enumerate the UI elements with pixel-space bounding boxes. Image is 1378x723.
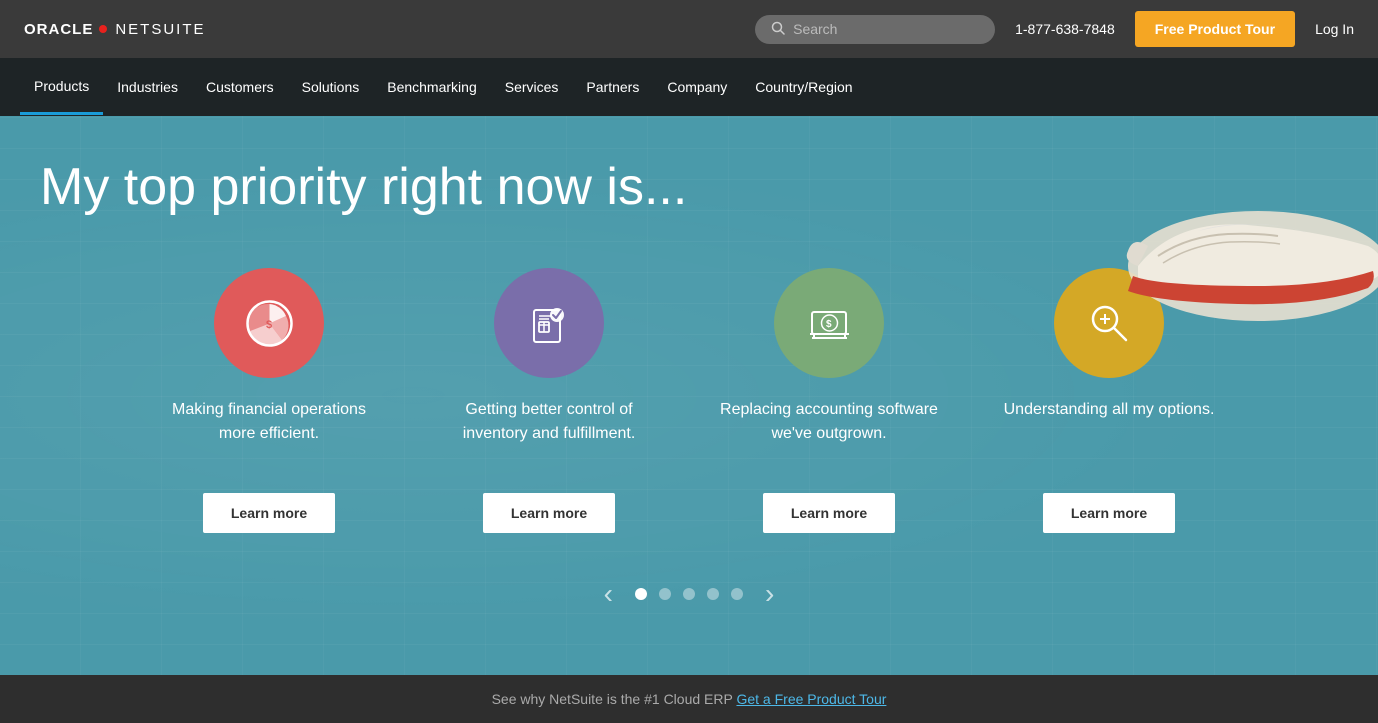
learn-more-financial-button[interactable]: Learn more: [203, 493, 335, 533]
bottom-bar-text: See why NetSuite is the #1 Cloud ERP: [492, 691, 737, 707]
login-button[interactable]: Log In: [1315, 21, 1354, 37]
carousel-prev-button[interactable]: ‹: [594, 573, 623, 615]
svg-text:$: $: [266, 319, 272, 331]
oracle-logo-text: ORACLE: [24, 21, 93, 38]
logo: ORACLE NETSUITE: [24, 21, 206, 38]
carousel-next-button[interactable]: ›: [755, 573, 784, 615]
learn-more-inventory-button[interactable]: Learn more: [483, 493, 615, 533]
card-icon-inventory: [494, 268, 604, 378]
nav-item-company[interactable]: Company: [653, 61, 741, 113]
phone-number: 1-877-638-7848: [1015, 21, 1115, 37]
nav-item-customers[interactable]: Customers: [192, 61, 288, 113]
svg-text:$: $: [826, 319, 832, 330]
nav-item-partners[interactable]: Partners: [572, 61, 653, 113]
search-icon: [771, 21, 785, 38]
learn-more-options-button[interactable]: Learn more: [1043, 493, 1175, 533]
top-bar-right: 1-877-638-7848 Free Product Tour Log In: [755, 11, 1354, 47]
search-input[interactable]: [793, 21, 979, 37]
carousel-dot-4[interactable]: [707, 588, 719, 600]
top-bar: ORACLE NETSUITE 1-877-638-7848 Free Prod…: [0, 0, 1378, 58]
search-box[interactable]: [755, 15, 995, 44]
card-inventory: Getting better control of inventory and …: [409, 268, 689, 533]
hero-section: My top priority right now is... $ Making…: [0, 116, 1378, 675]
bottom-bar: See why NetSuite is the #1 Cloud ERP Get…: [0, 675, 1378, 723]
card-financial: $ Making financial operations more effic…: [129, 268, 409, 533]
nav-bar: Products Industries Customers Solutions …: [0, 58, 1378, 116]
card-text-inventory: Getting better control of inventory and …: [439, 398, 659, 473]
nav-item-country-region[interactable]: Country/Region: [741, 61, 866, 113]
free-product-tour-button[interactable]: Free Product Tour: [1135, 11, 1295, 47]
card-accounting: $ Replacing accounting software we've ou…: [689, 268, 969, 533]
nav-item-products[interactable]: Products: [20, 60, 103, 115]
carousel-dot-2[interactable]: [659, 588, 671, 600]
card-text-accounting: Replacing accounting software we've outg…: [719, 398, 939, 473]
netsuite-logo-text: NETSUITE: [115, 21, 205, 38]
hero-title: My top priority right now is...: [40, 156, 840, 218]
bottom-bar-link[interactable]: Get a Free Product Tour: [736, 691, 886, 707]
carousel-controls: ‹ ›: [40, 573, 1338, 615]
nav-item-benchmarking[interactable]: Benchmarking: [373, 61, 491, 113]
nav-item-solutions[interactable]: Solutions: [288, 61, 374, 113]
learn-more-accounting-button[interactable]: Learn more: [763, 493, 895, 533]
nav-item-industries[interactable]: Industries: [103, 61, 192, 113]
oracle-dot: [99, 25, 107, 33]
carousel-dot-3[interactable]: [683, 588, 695, 600]
nav-item-services[interactable]: Services: [491, 61, 573, 113]
card-text-financial: Making financial operations more efficie…: [159, 398, 379, 473]
carousel-dot-5[interactable]: [731, 588, 743, 600]
card-icon-financial: $: [214, 268, 324, 378]
card-icon-accounting: $: [774, 268, 884, 378]
card-text-options: Understanding all my options.: [1004, 398, 1215, 473]
shoe-decoration: [1058, 136, 1378, 336]
carousel-dot-1[interactable]: [635, 588, 647, 600]
